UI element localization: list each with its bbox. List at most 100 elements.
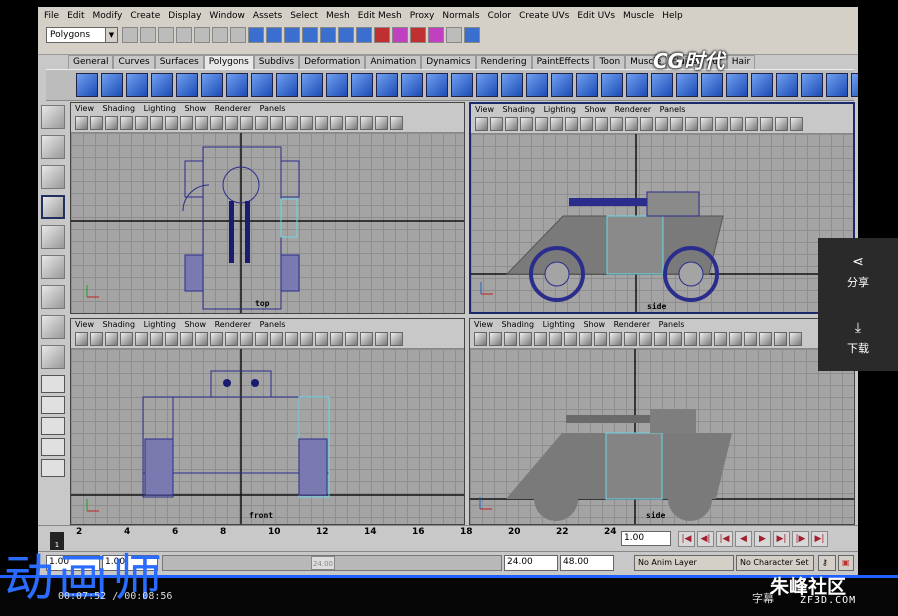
viewport-tool-icon[interactable] xyxy=(195,332,208,346)
shelf-tool-icon[interactable] xyxy=(76,73,98,97)
viewport-tool-icon[interactable] xyxy=(240,116,253,130)
paint-select-tool-icon[interactable] xyxy=(41,165,65,189)
viewport-tool-icon[interactable] xyxy=(520,117,533,131)
viewport-tool-icon[interactable] xyxy=(90,116,103,130)
viewport-tool-icon[interactable] xyxy=(564,332,577,346)
front-viewport[interactable]: View Shading Lighting Show Renderer Pane… xyxy=(70,318,465,525)
viewport-menu-lighting[interactable]: Lighting xyxy=(144,320,176,329)
go-to-start-icon[interactable]: |◀ xyxy=(678,531,695,547)
shelf-tool-icon[interactable] xyxy=(251,73,273,97)
shelf-tool-icon[interactable] xyxy=(451,73,473,97)
shelf-tool-icon[interactable] xyxy=(101,73,123,97)
tab-animation[interactable]: Animation xyxy=(365,55,422,69)
mask-icon[interactable] xyxy=(230,27,246,43)
history-icon[interactable] xyxy=(338,27,354,43)
viewport-tool-icon[interactable] xyxy=(474,332,487,346)
shelf-tool-icon[interactable] xyxy=(751,73,773,97)
viewport-tool-icon[interactable] xyxy=(759,332,772,346)
viewport-tool-icon[interactable] xyxy=(105,332,118,346)
help-line-icon[interactable] xyxy=(356,27,372,43)
select-component-icon[interactable] xyxy=(212,27,228,43)
viewport-tool-icon[interactable] xyxy=(610,117,623,131)
viewport-tool-icon[interactable] xyxy=(594,332,607,346)
select-hierarchy-icon[interactable] xyxy=(176,27,192,43)
viewport-tool-icon[interactable] xyxy=(240,332,253,346)
viewport-tool-icon[interactable] xyxy=(714,332,727,346)
viewport-menu-renderer[interactable]: Renderer xyxy=(614,320,651,329)
viewport-tool-icon[interactable] xyxy=(270,332,283,346)
viewport-tool-icon[interactable] xyxy=(654,332,667,346)
viewport-tool-icon[interactable] xyxy=(360,332,373,346)
shelf-tool-icon[interactable] xyxy=(476,73,498,97)
share-button[interactable]: ⋖ 分享 xyxy=(818,238,898,304)
viewport-tool-icon[interactable] xyxy=(504,332,517,346)
input-field-icon[interactable] xyxy=(446,27,462,43)
viewport-tool-icon[interactable] xyxy=(375,332,388,346)
render-frame-icon[interactable] xyxy=(374,27,390,43)
viewport-menu-show[interactable]: Show xyxy=(184,104,206,113)
viewport-tool-icon[interactable] xyxy=(285,332,298,346)
menu-proxy[interactable]: Proxy xyxy=(406,11,439,21)
viewport-tool-icon[interactable] xyxy=(285,116,298,130)
tab-general[interactable]: General xyxy=(68,55,114,69)
viewport-menu-panels[interactable]: Panels xyxy=(260,104,286,113)
rotate-tool-icon[interactable] xyxy=(41,225,65,249)
viewport-tool-icon[interactable] xyxy=(255,332,268,346)
viewport-tool-icon[interactable] xyxy=(535,117,548,131)
viewport-tool-icon[interactable] xyxy=(180,116,193,130)
viewport-menu-renderer[interactable]: Renderer xyxy=(615,105,652,114)
viewport-tool-icon[interactable] xyxy=(390,116,403,130)
four-pane-layout-icon[interactable] xyxy=(41,396,65,414)
viewport-canvas[interactable]: side xyxy=(470,349,854,524)
new-scene-icon[interactable] xyxy=(122,27,138,43)
viewport-canvas[interactable]: top xyxy=(71,133,464,313)
shelf-tool-icon[interactable] xyxy=(701,73,723,97)
viewport-tool-icon[interactable] xyxy=(489,332,502,346)
menu-set-select[interactable]: Polygons ▼ xyxy=(46,27,118,43)
viewport-menu-view[interactable]: View xyxy=(75,104,94,113)
range-slider-thumb[interactable]: 24.00 xyxy=(311,556,335,570)
viewport-tool-icon[interactable] xyxy=(685,117,698,131)
shelf-tool-icon[interactable] xyxy=(151,73,173,97)
snap-plane-icon[interactable] xyxy=(302,27,318,43)
soft-mod-tool-icon[interactable] xyxy=(41,315,65,339)
menu-select[interactable]: Select xyxy=(286,11,322,21)
two-pane-layout-icon[interactable] xyxy=(41,417,65,435)
select-object-icon[interactable] xyxy=(194,27,210,43)
viewport-menu-renderer[interactable]: Renderer xyxy=(215,104,252,113)
shelf-tool-icon[interactable] xyxy=(526,73,548,97)
viewport-tool-icon[interactable] xyxy=(150,332,163,346)
tab-painteffects[interactable]: PaintEffects xyxy=(531,55,595,69)
menu-edit-mesh[interactable]: Edit Mesh xyxy=(354,11,406,21)
shelf-tool-icon[interactable] xyxy=(226,73,248,97)
universal-manipulator-icon[interactable] xyxy=(41,285,65,309)
viewport-tool-icon[interactable] xyxy=(165,332,178,346)
viewport-tool-icon[interactable] xyxy=(550,117,563,131)
step-forward-key-icon[interactable]: |▶ xyxy=(792,531,809,547)
viewport-tool-icon[interactable] xyxy=(210,332,223,346)
viewport-tool-icon[interactable] xyxy=(760,117,773,131)
scale-tool-icon[interactable] xyxy=(41,255,65,279)
viewport-tool-icon[interactable] xyxy=(360,116,373,130)
shelf-tool-icon[interactable] xyxy=(601,73,623,97)
viewport-tool-icon[interactable] xyxy=(210,116,223,130)
single-pane-layout-icon[interactable] xyxy=(41,375,65,393)
viewport-tool-icon[interactable] xyxy=(345,116,358,130)
viewport-tool-icon[interactable] xyxy=(225,116,238,130)
snap-point-icon[interactable] xyxy=(284,27,300,43)
shelf-tool-icon[interactable] xyxy=(776,73,798,97)
viewport-canvas[interactable]: front xyxy=(71,349,464,524)
range-slider-bar[interactable]: 24.00 xyxy=(162,555,502,571)
select-tool-icon[interactable] xyxy=(41,105,65,129)
tab-subdivs[interactable]: Subdivs xyxy=(253,55,300,69)
shelf-tool-icon[interactable] xyxy=(401,73,423,97)
viewport-tool-icon[interactable] xyxy=(135,116,148,130)
viewport-tool-icon[interactable] xyxy=(624,332,637,346)
viewport-tool-icon[interactable] xyxy=(519,332,532,346)
tab-dynamics[interactable]: Dynamics xyxy=(421,55,476,69)
viewport-tool-icon[interactable] xyxy=(505,117,518,131)
viewport-menu-show[interactable]: Show xyxy=(184,320,206,329)
viewport-tool-icon[interactable] xyxy=(490,117,503,131)
show-manipulator-icon[interactable] xyxy=(41,345,65,369)
shelf-tool-icon[interactable] xyxy=(126,73,148,97)
